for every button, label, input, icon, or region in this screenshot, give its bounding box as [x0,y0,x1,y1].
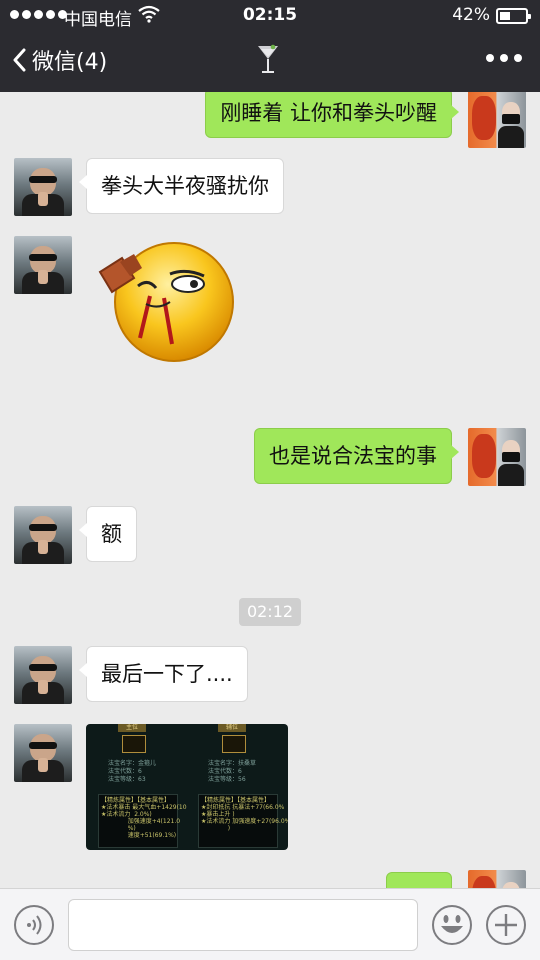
chat-message-list[interactable]: 刚睡着 让你和拳头吵醒 拳头大半夜骚扰你 也是说合法宝的事 额 02:12 最后… [0,92,540,888]
sticker-emoji-image[interactable] [90,238,238,366]
contact-avatar[interactable] [14,724,72,782]
shot-item-slot [122,735,146,753]
back-button[interactable]: 微信(4) [12,44,107,76]
contact-avatar[interactable] [14,646,72,704]
emoji-button[interactable] [432,905,472,945]
shot-item-info: 法宝名字：扶桑草 法宝代数：6 法宝等级：56 [208,760,257,783]
top-bar: 中国电信 02:15 42% 微信(4) [0,0,540,92]
message-bubble-outgoing[interactable]: 刚睡着 让你和拳头吵醒 [205,92,459,138]
contact-avatar[interactable] [14,506,72,564]
my-avatar[interactable] [468,92,526,148]
smiley-icon [441,915,463,933]
image-message-game-screenshot[interactable]: 主位 法宝名字：金箍儿 法宝代数：6 法宝等级：63 【精炼属性】【基本属性】 … [86,724,288,850]
shot-item-info: 法宝名字：金箍儿 法宝代数：6 法宝等级：63 [108,760,157,783]
message-input-bar [0,888,540,960]
nav-bar: 微信(4) [0,32,540,92]
shot-tab-main: 主位 [118,724,146,732]
message-bubble-outgoing[interactable] [386,872,452,888]
more-options-button[interactable] [486,54,522,62]
shot-item-stats: 【精炼属性】【基本属性】 ★法术暴击 最大气血+1429(10 ★法术流力 2.… [98,794,187,848]
message-timestamp: 02:12 [239,598,301,626]
voice-icon [27,915,42,935]
battery-percent: 42% [452,5,490,25]
shot-tab-secondary: 辅位 [218,724,246,732]
cocktail-glass-icon [258,44,278,73]
shot-item-stats: 【精炼属性】【基本属性】 ★封印抵抗 抗暴法+77(66.0% ★暴击上升 ) … [198,794,288,848]
message-bubble-outgoing[interactable]: 也是说合法宝的事 [254,428,459,484]
plus-icon [495,914,517,936]
message-bubble-incoming[interactable]: 拳头大半夜骚扰你 [79,158,284,214]
battery-icon [496,8,531,24]
more-actions-button[interactable] [486,905,526,945]
message-bubble-incoming[interactable]: 额 [79,506,137,562]
contact-avatar[interactable] [14,158,72,216]
my-avatar[interactable] [468,870,526,888]
voice-input-button[interactable] [14,905,54,945]
shot-item-slot [222,735,246,753]
contact-avatar[interactable] [14,236,72,294]
status-bar: 中国电信 02:15 42% [0,0,540,32]
back-label: 微信(4) [32,50,108,75]
my-avatar[interactable] [468,428,526,486]
chevron-left-icon [13,48,26,72]
message-bubble-incoming[interactable]: 最后一下了.... [79,646,248,702]
message-text-input[interactable] [68,899,418,951]
